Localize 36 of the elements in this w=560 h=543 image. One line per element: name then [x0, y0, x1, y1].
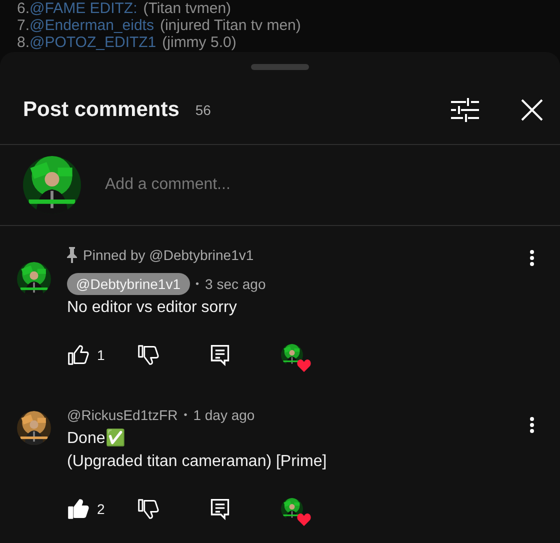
close-icon[interactable] — [521, 99, 543, 121]
pin-icon — [67, 247, 77, 263]
comment-text: Done✅ — [67, 428, 126, 449]
list-number: 8. — [17, 34, 30, 51]
like-icon[interactable] — [67, 344, 89, 366]
list-note: (injured Titan tv men) — [160, 17, 301, 34]
reply-icon[interactable] — [209, 498, 231, 520]
comment-time: 3 sec ago — [205, 276, 266, 292]
list-number: 7. — [17, 17, 30, 34]
dislike-icon[interactable] — [137, 498, 159, 520]
comment-author[interactable]: @RickusEd1tzFR — [67, 407, 178, 423]
comment-text: No editor vs editor sorry — [67, 298, 238, 318]
like-count: 1 — [97, 347, 105, 363]
sheet-title: Post comments — [23, 98, 180, 122]
more-icon[interactable] — [530, 417, 534, 433]
user-link[interactable]: @FAME EDITZ: — [30, 0, 138, 17]
comment-author[interactable]: @Debtybrine1v1 — [67, 273, 190, 295]
pinned-label: Pinned by @Debtybrine1v1 — [83, 247, 254, 263]
list-note: (jimmy 5.0) — [162, 34, 236, 51]
comment-input[interactable]: Add a comment... — [103, 175, 407, 195]
filter-icon[interactable] — [451, 98, 479, 122]
drag-handle[interactable] — [251, 64, 309, 70]
comment-time: 1 day ago — [193, 407, 255, 423]
list-number: 6. — [17, 0, 30, 17]
like-count: 2 — [97, 501, 105, 517]
list-note: (Titan tvmen) — [143, 0, 232, 17]
reply-icon[interactable] — [209, 344, 231, 366]
more-icon[interactable] — [530, 250, 534, 266]
separator-dot: • — [196, 278, 200, 290]
comment-text: (Upgraded titan cameraman) [Prime] — [67, 452, 328, 472]
like-icon[interactable] — [67, 498, 89, 520]
separator-dot: • — [184, 410, 188, 420]
dislike-icon[interactable] — [137, 344, 159, 366]
user-link[interactable]: @Enderman_eidts — [30, 17, 154, 34]
comment-count: 56 — [195, 102, 212, 118]
user-link[interactable]: @POTOZ_EDITZ1 — [30, 34, 156, 51]
